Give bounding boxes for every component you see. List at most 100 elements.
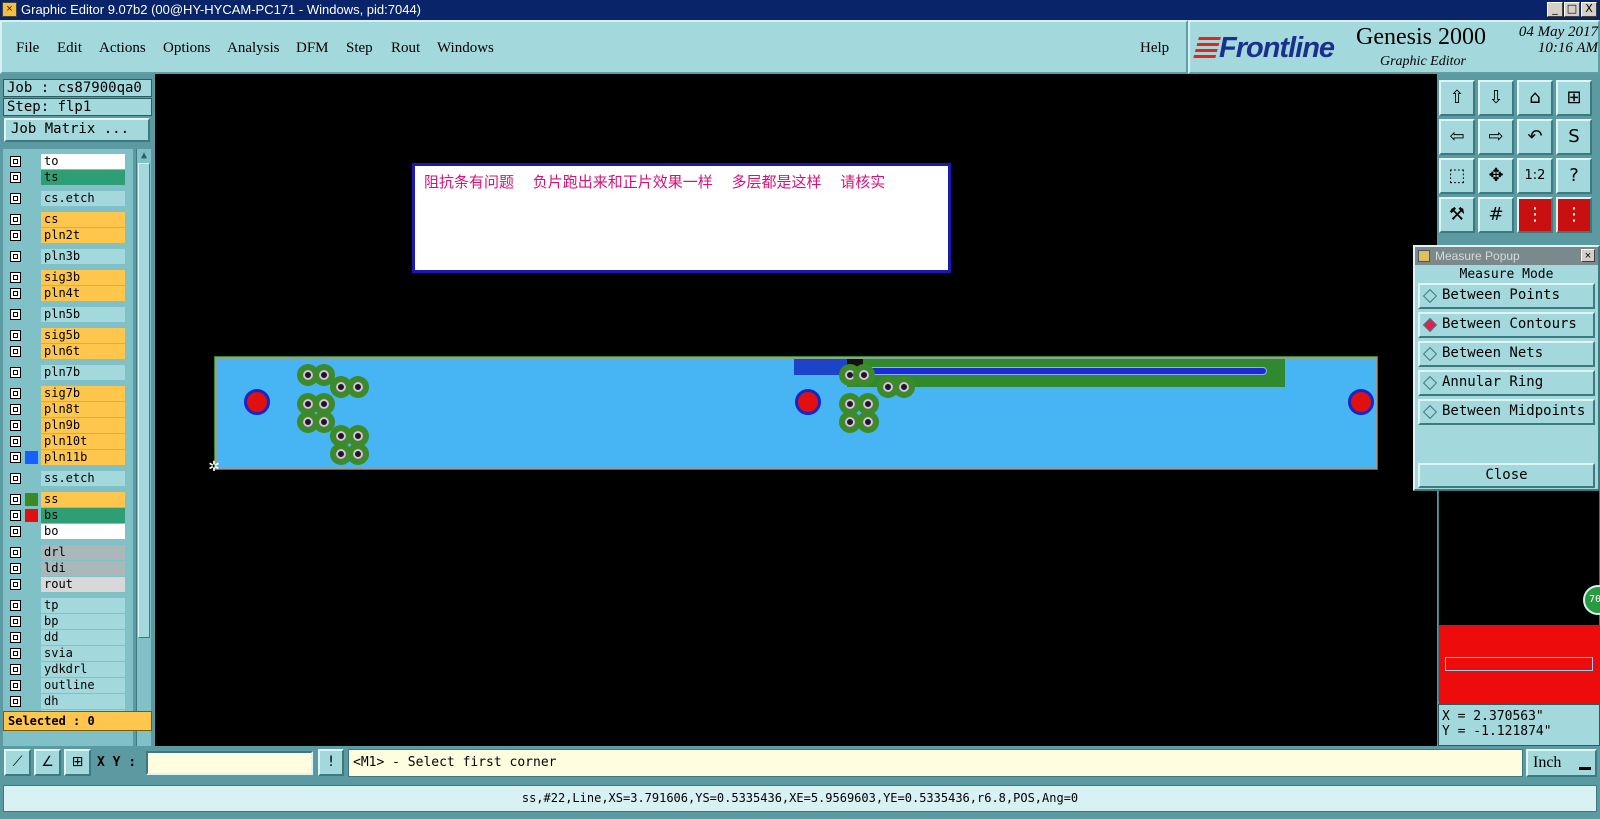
grid-snap-icon[interactable]: ⊞ xyxy=(64,749,91,776)
overview-view-rect[interactable] xyxy=(1445,657,1593,671)
layer-checkbox[interactable] xyxy=(10,473,21,484)
layer-name[interactable]: pln2t xyxy=(41,228,125,243)
layer-checkbox[interactable] xyxy=(10,388,21,399)
layer-row[interactable]: pln9b xyxy=(3,418,133,433)
layer-row[interactable]: sig3b xyxy=(3,270,133,285)
layer-name[interactable]: cs.etch xyxy=(41,191,125,206)
layer-row[interactable]: sig7b xyxy=(3,386,133,401)
scroll-up-icon[interactable]: ▲ xyxy=(138,150,150,162)
layer-name[interactable]: pln7b xyxy=(41,365,125,380)
layer-row[interactable]: tp xyxy=(3,598,133,613)
layer-row[interactable]: dd xyxy=(3,630,133,645)
layer-row[interactable]: pln8t xyxy=(3,402,133,417)
layer-checkbox[interactable] xyxy=(10,214,21,225)
menu-analysis[interactable]: Analysis xyxy=(227,40,280,57)
fit-screen-icon[interactable]: ⬚ xyxy=(1439,158,1475,194)
menu-dfm[interactable]: DFM xyxy=(296,40,329,57)
maximize-button[interactable]: □ xyxy=(1564,2,1580,17)
layer-row[interactable]: pln7b xyxy=(3,365,133,380)
layer-checkbox[interactable] xyxy=(10,680,21,691)
layer-row[interactable]: pln6t xyxy=(3,344,133,359)
menu-actions[interactable]: Actions xyxy=(99,40,146,57)
zoom-fit-icon[interactable]: ✥ xyxy=(1478,158,1514,194)
snap-icon[interactable]: ⟋ xyxy=(4,749,31,776)
layer-checkbox[interactable] xyxy=(10,648,21,659)
layer-name[interactable]: to xyxy=(41,154,125,169)
layer-row[interactable]: pln4t xyxy=(3,286,133,301)
route-s-icon[interactable]: S xyxy=(1556,119,1592,155)
layer-row[interactable]: cs.etch xyxy=(3,191,133,206)
layer-name[interactable]: ydkdrl xyxy=(41,662,125,677)
close-icon[interactable]: × xyxy=(1581,249,1595,262)
layer-checkbox[interactable] xyxy=(10,494,21,505)
layer-checkbox[interactable] xyxy=(10,193,21,204)
down-arrow-box-icon[interactable]: ⇩ xyxy=(1478,80,1514,116)
help-icon[interactable]: ? xyxy=(1556,158,1592,194)
menu-rout[interactable]: Rout xyxy=(391,40,420,57)
layer-row[interactable]: to xyxy=(3,154,133,169)
layer-row[interactable]: pln2t xyxy=(3,228,133,243)
layer-row[interactable]: outline xyxy=(3,678,133,693)
measure-option[interactable]: Between Midpoints xyxy=(1418,399,1595,425)
layer-name[interactable]: ss.etch xyxy=(41,471,125,486)
layer-name[interactable]: pln9b xyxy=(41,418,125,433)
layer-checkbox[interactable] xyxy=(10,367,21,378)
layer-checkbox[interactable] xyxy=(10,616,21,627)
menu-step[interactable]: Step xyxy=(346,40,373,57)
pcb-board[interactable] xyxy=(214,356,1378,470)
layer-name[interactable]: sig7b xyxy=(41,386,125,401)
layer-checkbox[interactable] xyxy=(10,632,21,643)
layer-row[interactable]: bs xyxy=(3,508,133,523)
menu-help[interactable]: Help xyxy=(1140,40,1169,57)
layer-checkbox[interactable] xyxy=(10,251,21,262)
layer-checkbox[interactable] xyxy=(10,547,21,558)
warning-icon[interactable]: ! xyxy=(318,749,344,776)
layer-checkbox[interactable] xyxy=(10,696,21,707)
layer-row[interactable]: svia xyxy=(3,646,133,661)
layer-name[interactable]: svia xyxy=(41,646,125,661)
layer-checkbox[interactable] xyxy=(10,404,21,415)
layer-checkbox[interactable] xyxy=(10,230,21,241)
layer-name[interactable]: bo xyxy=(41,524,125,539)
layer-name[interactable]: pln8t xyxy=(41,402,125,417)
layer-name[interactable]: drl xyxy=(41,545,125,560)
layer-checkbox[interactable] xyxy=(10,600,21,611)
layer-name[interactable]: dh xyxy=(41,694,125,709)
layer-name[interactable]: ts xyxy=(41,170,125,185)
layer-row[interactable]: pln3b xyxy=(3,249,133,264)
layer-row[interactable]: ldi xyxy=(3,561,133,576)
layer-checkbox[interactable] xyxy=(10,309,21,320)
layer-name[interactable]: pln3b xyxy=(41,249,125,264)
angle-snap-icon[interactable]: ∠ xyxy=(34,749,61,776)
left-arrow-box-icon[interactable]: ⇦ xyxy=(1439,119,1475,155)
layer-checkbox[interactable] xyxy=(10,526,21,537)
layer-checkbox[interactable] xyxy=(10,563,21,574)
menu-file[interactable]: File xyxy=(16,40,39,57)
layer-checkbox[interactable] xyxy=(10,436,21,447)
layer-checkbox[interactable] xyxy=(10,288,21,299)
window-split-icon[interactable]: ⊞ xyxy=(1556,80,1592,116)
layer-name[interactable]: dd xyxy=(41,630,125,645)
layer-checkbox[interactable] xyxy=(10,330,21,341)
layer-name[interactable]: pln10t xyxy=(41,434,125,449)
layer-name[interactable]: outline xyxy=(41,678,125,693)
unit-selector[interactable]: Inch xyxy=(1526,749,1597,777)
measure-option[interactable]: Between Points xyxy=(1418,283,1595,309)
measure-option[interactable]: Between Contours xyxy=(1418,312,1595,338)
layer-row[interactable]: pln5b xyxy=(3,307,133,322)
home-icon[interactable]: ⌂ xyxy=(1517,80,1553,116)
menu-edit[interactable]: Edit xyxy=(57,40,82,57)
layer-name[interactable]: ss xyxy=(41,492,125,507)
up-arrow-box-icon[interactable]: ⇧ xyxy=(1439,80,1475,116)
layer-name[interactable]: bs xyxy=(41,508,125,523)
layer-checkbox[interactable] xyxy=(10,579,21,590)
layer-list-scrollbar[interactable]: ▲ ▼ xyxy=(136,149,151,781)
layer-checkbox[interactable] xyxy=(10,346,21,357)
overview-preview[interactable]: 70 xyxy=(1438,486,1600,709)
net-left-icon[interactable]: ⋮ xyxy=(1517,197,1553,233)
layer-checkbox[interactable] xyxy=(10,272,21,283)
layer-row[interactable]: cs xyxy=(3,212,133,227)
layer-checkbox[interactable] xyxy=(10,452,21,463)
layer-row[interactable]: rout xyxy=(3,577,133,592)
layer-checkbox[interactable] xyxy=(10,156,21,167)
